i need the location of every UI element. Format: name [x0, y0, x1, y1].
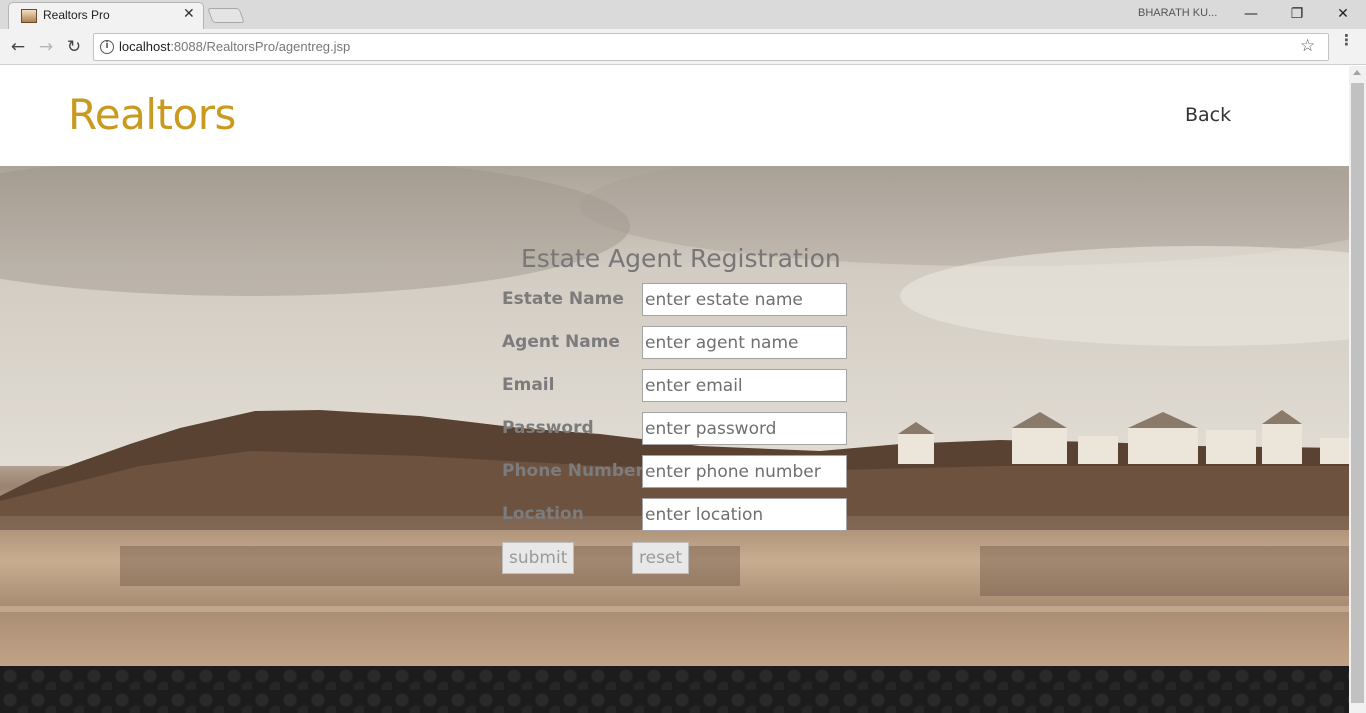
scroll-up-arrow-icon[interactable] [1353, 70, 1361, 75]
forward-arrow-icon[interactable]: → [34, 35, 58, 59]
reload-icon[interactable]: ↻ [62, 35, 86, 59]
phone-number-input[interactable] [642, 455, 847, 488]
url-host: localhost [119, 39, 171, 54]
email-row: Email [502, 369, 847, 403]
profile-name[interactable]: BHARATH KU... [1138, 7, 1217, 19]
site-footer [0, 666, 1349, 713]
browser-toolbar: ← → ↻ i localhost:8088/RealtorsPro/agent… [0, 29, 1366, 65]
reset-button[interactable]: reset [632, 542, 689, 574]
form-title: Estate Agent Registration [521, 244, 841, 273]
scroll-thumb[interactable] [1351, 83, 1364, 703]
site-info-icon[interactable]: i [100, 40, 114, 54]
agent-name-input[interactable] [642, 326, 847, 359]
estate-name-label: Estate Name [502, 289, 624, 309]
bookmark-star-icon[interactable]: ☆ [1300, 36, 1315, 56]
browser-tab-bar: Realtors Pro ✕ BHARATH KU... — ❐ ✕ [0, 0, 1366, 29]
estate-name-row: Estate Name [502, 283, 847, 317]
agent-name-row: Agent Name [502, 326, 847, 360]
page-viewport: Realtors Back Estate Agent Registration … [0, 66, 1349, 713]
url-path: :8088/RealtorsPro/agentreg.jsp [170, 39, 351, 54]
back-link[interactable]: Back [1185, 104, 1231, 126]
password-input[interactable] [642, 412, 847, 445]
back-arrow-icon[interactable]: ← [6, 35, 30, 59]
window-close-icon[interactable]: ✕ [1320, 2, 1366, 26]
site-header: Realtors Back [0, 66, 1349, 166]
location-label: Location [502, 504, 584, 524]
submit-button[interactable]: submit [502, 542, 574, 574]
tab-title: Realtors Pro [43, 8, 110, 22]
browser-tab[interactable]: Realtors Pro ✕ [8, 2, 204, 29]
tab-close-icon[interactable]: ✕ [183, 6, 195, 22]
agent-name-label: Agent Name [502, 332, 620, 352]
new-tab-button[interactable] [207, 8, 245, 23]
estate-name-input[interactable] [642, 283, 847, 316]
address-bar[interactable]: i localhost:8088/RealtorsPro/agentreg.js… [93, 33, 1329, 61]
password-row: Password [502, 412, 847, 446]
password-label: Password [502, 418, 594, 438]
browser-menu-icon[interactable]: ⋮ [1339, 33, 1354, 48]
hero-banner: Estate Agent Registration Estate Name Ag… [0, 166, 1349, 666]
email-label: Email [502, 375, 555, 395]
url-text[interactable]: localhost:8088/RealtorsPro/agentreg.jsp [119, 39, 350, 54]
favicon-icon [21, 9, 37, 23]
brand-logo[interactable]: Realtors [68, 90, 236, 139]
phone-number-label: Phone Number [502, 461, 644, 481]
maximize-icon[interactable]: ❐ [1274, 2, 1320, 26]
location-input[interactable] [642, 498, 847, 531]
page-scrollbar[interactable] [1349, 66, 1366, 713]
minimize-icon[interactable]: — [1228, 2, 1274, 26]
phone-number-row: Phone Number [502, 455, 847, 489]
email-input[interactable] [642, 369, 847, 402]
location-row: Location [502, 498, 847, 532]
